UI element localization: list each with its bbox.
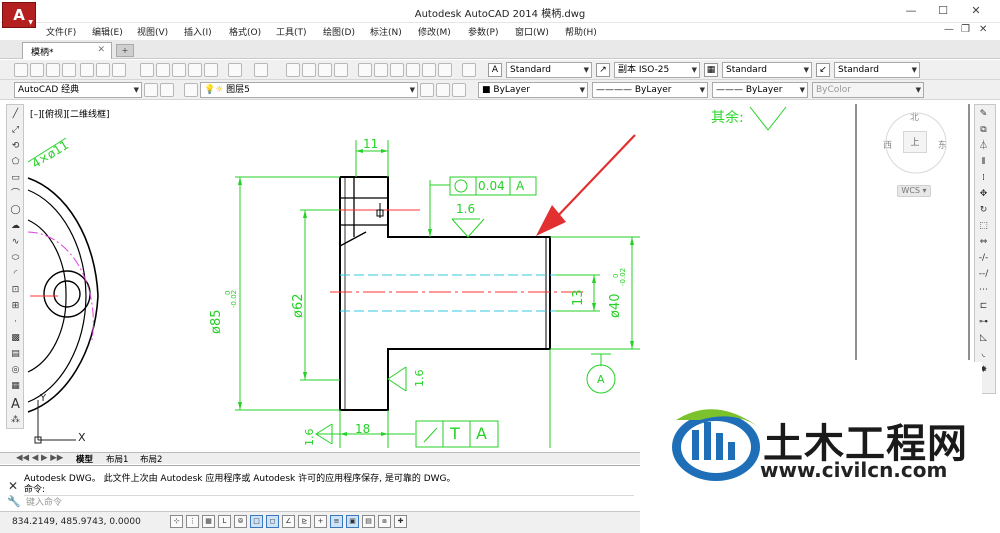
civilcn-logo-icon [672, 409, 760, 481]
application-menu-button[interactable]: A ▼ [2, 2, 36, 28]
autocad-logo-icon: A [13, 6, 25, 24]
viewport-controls-label[interactable]: [–][俯视][二维线框] [30, 107, 110, 120]
watermark-url: www.civilcn.com [760, 458, 948, 482]
